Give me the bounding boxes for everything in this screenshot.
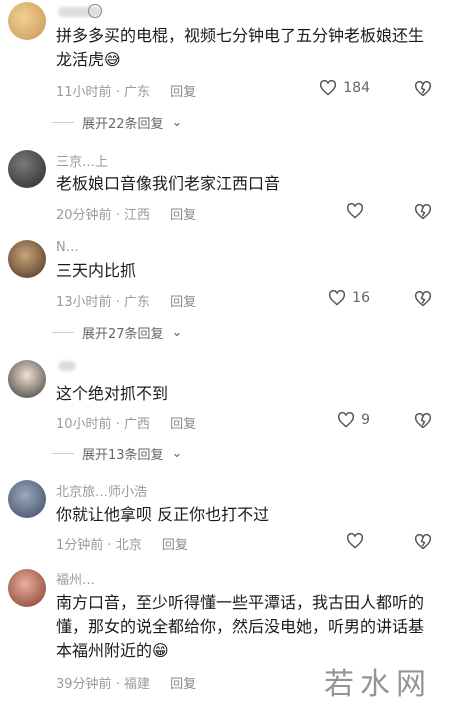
avatar[interactable] (8, 360, 46, 398)
expand-label: 展开22条回复 (82, 117, 164, 132)
comment-text: 你就让他拿呗 反正你也打不过 (56, 505, 270, 524)
meta-separator: · (107, 538, 112, 553)
comment-text: 拼多多买的电棍，视频七分钟电了五分钟老板娘还生龙活虎😅 (56, 26, 425, 69)
chevron-down-icon: ⌄ (171, 115, 183, 130)
reply-button[interactable]: 回复 (170, 677, 196, 692)
comment-time: 13小时前 (56, 295, 112, 310)
username[interactable]: 北京旅…师小浩 (56, 481, 147, 500)
divider (52, 332, 74, 333)
like-count: 9 (361, 412, 370, 428)
username[interactable]: 福州… (56, 569, 95, 588)
like-button[interactable]: 184 (319, 80, 370, 96)
expand-label: 展开13条回复 (82, 448, 164, 463)
more-icon[interactable] (88, 4, 102, 18)
comment-time: 20分钟前 (56, 208, 112, 223)
username[interactable]: N… (56, 240, 79, 255)
comment-location: 福建 (123, 677, 150, 692)
comment-text: 这个绝对抓不到 (56, 384, 169, 403)
username[interactable]: 三京…上 (56, 151, 108, 170)
comment-location: 广东 (123, 295, 150, 310)
like-button[interactable] (346, 203, 370, 219)
comment-text: 南方口音，至少听得懂一些平潭话，我古田人都听的懂，那女的说全都给你，然后没电她，… (56, 593, 425, 660)
broken-heart-icon (414, 204, 432, 220)
reply-button[interactable]: 回复 (170, 85, 196, 100)
comment-location: 江西 (123, 208, 150, 223)
like-count: 184 (343, 80, 370, 96)
reply-button[interactable]: 回复 (162, 538, 188, 553)
comment-meta: 1分钟前 · 北京 回复 (56, 534, 188, 553)
broken-heart-icon (414, 534, 432, 550)
comment-time: 10小时前 (56, 417, 112, 432)
broken-heart-icon (414, 413, 432, 429)
meta-separator: · (115, 417, 120, 432)
comment-meta: 13小时前 · 广东 回复 (56, 291, 196, 310)
chevron-down-icon: ⌄ (171, 446, 183, 461)
username[interactable] (56, 358, 78, 373)
comment-location: 广西 (123, 417, 150, 432)
comment-time: 11小时前 (56, 85, 112, 100)
heart-icon (329, 290, 346, 306)
avatar[interactable] (8, 240, 46, 278)
reply-button[interactable]: 回复 (170, 295, 196, 310)
meta-separator: · (115, 85, 120, 100)
comment-meta: 11小时前 · 广东 回复 (56, 81, 196, 100)
comment-location: 广东 (123, 85, 150, 100)
heart-icon (346, 203, 364, 219)
heart-icon (338, 412, 355, 428)
dislike-button[interactable] (414, 291, 432, 307)
divider (52, 453, 74, 454)
comment-time: 39分钟前 (56, 677, 112, 692)
comment-text: 三天内比抓 (56, 261, 137, 280)
expand-label: 展开27条回复 (82, 327, 164, 342)
dislike-button[interactable] (414, 534, 432, 550)
like-button[interactable] (346, 533, 370, 549)
heart-icon (346, 533, 364, 549)
comment-meta: 10小时前 · 广西 回复 (56, 413, 196, 432)
meta-separator: · (115, 677, 120, 692)
expand-replies-button[interactable]: 展开22条回复 ⌄ (52, 113, 182, 132)
like-button[interactable]: 16 (328, 290, 370, 306)
dislike-button[interactable] (414, 413, 432, 429)
comment-time: 1分钟前 (56, 538, 104, 553)
broken-heart-icon (414, 81, 432, 97)
reply-button[interactable]: 回复 (170, 417, 196, 432)
comment-location: 北京 (115, 538, 142, 553)
like-count: 16 (352, 290, 370, 306)
watermark-logo: 若水网 (324, 667, 432, 702)
avatar[interactable] (8, 480, 46, 518)
heart-icon (320, 80, 337, 96)
dislike-button[interactable] (414, 81, 432, 97)
chevron-down-icon: ⌄ (171, 325, 183, 340)
meta-separator: · (115, 295, 120, 310)
avatar[interactable] (8, 2, 46, 40)
avatar[interactable] (8, 569, 46, 607)
expand-replies-button[interactable]: 展开27条回复 ⌄ (52, 323, 182, 342)
reply-button[interactable]: 回复 (170, 208, 196, 223)
meta-separator: · (115, 208, 120, 223)
avatar[interactable] (8, 150, 46, 188)
divider (52, 122, 74, 123)
expand-replies-button[interactable]: 展开13条回复 ⌄ (52, 444, 182, 463)
dislike-button[interactable] (414, 204, 432, 220)
comment-meta: 39分钟前 · 福建 回复 (56, 673, 196, 692)
comment-text: 老板娘口音像我们老家江西口音 (56, 174, 281, 193)
like-button[interactable]: 9 (337, 412, 370, 428)
comment-meta: 20分钟前 · 江西 回复 (56, 204, 196, 223)
broken-heart-icon (414, 291, 432, 307)
